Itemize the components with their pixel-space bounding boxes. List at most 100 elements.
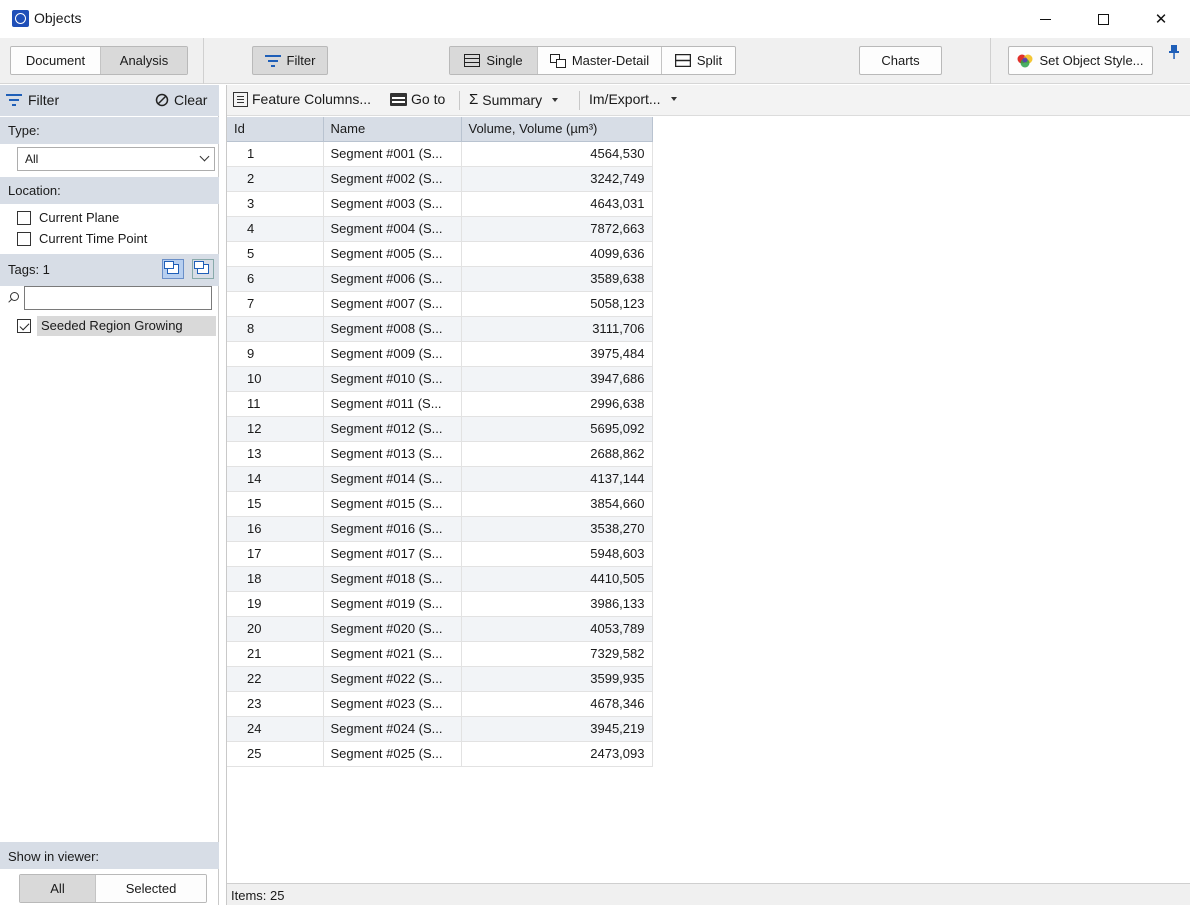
cell-id: 25	[227, 741, 324, 767]
document-button[interactable]: Document	[11, 47, 101, 74]
sigma-icon: Σ	[469, 91, 479, 108]
table-row[interactable]: 20 Segment #020 (S... 4053,789	[227, 616, 653, 642]
cell-volume: 7329,582	[461, 641, 653, 667]
show-all-button[interactable]: All	[20, 875, 96, 902]
cell-name: Segment #008 (S...	[323, 316, 462, 342]
table-row[interactable]: 15 Segment #015 (S... 3854,660	[227, 491, 653, 517]
table-row[interactable]: 3 Segment #003 (S... 4643,031	[227, 191, 653, 217]
table-row[interactable]: 21 Segment #021 (S... 7329,582	[227, 641, 653, 667]
imexport-label: Im/Export...	[589, 91, 661, 107]
filter-header: Filter Clear	[0, 85, 219, 116]
table-row[interactable]: 13 Segment #013 (S... 2688,862	[227, 441, 653, 467]
chevron-down-icon	[199, 151, 210, 162]
cell-id: 14	[227, 466, 324, 492]
cell-volume: 2473,093	[461, 741, 653, 767]
imexport-dropdown[interactable]: Im/Export...	[589, 91, 677, 107]
cell-id: 19	[227, 591, 324, 617]
clear-filter-label: Clear	[174, 92, 208, 108]
table-row[interactable]: 12 Segment #012 (S... 5695,092	[227, 416, 653, 442]
tags-section-label: Tags: 1	[0, 254, 219, 286]
cell-volume: 4137,144	[461, 466, 653, 492]
table-row[interactable]: 16 Segment #016 (S... 3538,270	[227, 516, 653, 542]
set-object-style-button[interactable]: Set Object Style...	[1008, 46, 1153, 75]
feature-columns-button[interactable]: Feature Columns...	[233, 91, 371, 107]
cell-name: Segment #014 (S...	[323, 466, 462, 492]
table-row[interactable]: 23 Segment #023 (S... 4678,346	[227, 691, 653, 717]
cell-id: 12	[227, 416, 324, 442]
table-row[interactable]: 2 Segment #002 (S... 3242,749	[227, 166, 653, 192]
cell-name: Segment #012 (S...	[323, 416, 462, 442]
cell-volume: 5948,603	[461, 541, 653, 567]
table-row[interactable]: 14 Segment #014 (S... 4137,144	[227, 466, 653, 492]
minimize-button[interactable]	[1022, 0, 1068, 38]
split-button[interactable]: Split	[662, 47, 735, 74]
maximize-button[interactable]	[1080, 0, 1126, 38]
tag-item[interactable]: Seeded Region Growing	[17, 316, 216, 336]
table-row[interactable]: 17 Segment #017 (S... 5948,603	[227, 541, 653, 567]
close-button[interactable]: ✕	[1138, 0, 1184, 38]
table-row[interactable]: 19 Segment #019 (S... 3986,133	[227, 591, 653, 617]
current-time-point-option[interactable]: Current Time Point	[17, 231, 147, 246]
goto-icon	[390, 92, 407, 106]
analysis-button[interactable]: Analysis	[101, 47, 187, 74]
table-row[interactable]: 10 Segment #010 (S... 3947,686	[227, 366, 653, 392]
cell-volume: 5695,092	[461, 416, 653, 442]
tag-checkbox[interactable]	[17, 319, 31, 333]
table-row[interactable]: 1 Segment #001 (S... 4564,530	[227, 141, 653, 167]
column-header-name[interactable]: Name	[323, 117, 462, 142]
current-plane-checkbox[interactable]	[17, 210, 31, 225]
single-button[interactable]: Single	[450, 47, 538, 74]
set-object-style-label: Set Object Style...	[1039, 53, 1144, 68]
cell-id: 23	[227, 691, 324, 717]
minimize-icon	[1039, 18, 1051, 20]
filter-panel: Filter Clear Type: All Location: Current…	[0, 85, 219, 905]
show-selected-button[interactable]: Selected	[96, 875, 206, 902]
cell-name: Segment #001 (S...	[323, 141, 462, 167]
main-toolbar: Document Analysis Filter Single Master-D…	[0, 38, 1190, 84]
table-row[interactable]: 4 Segment #004 (S... 7872,663	[227, 216, 653, 242]
charts-button[interactable]: Charts	[859, 46, 942, 75]
master-detail-button[interactable]: Master-Detail	[538, 47, 662, 74]
table-row[interactable]: 8 Segment #008 (S... 3111,706	[227, 316, 653, 342]
cell-name: Segment #011 (S...	[323, 391, 462, 417]
table-row[interactable]: 22 Segment #022 (S... 3599,935	[227, 666, 653, 692]
cell-volume: 3945,219	[461, 716, 653, 742]
tags-match-all-toggle[interactable]	[162, 259, 184, 279]
maximize-icon	[1097, 13, 1109, 25]
clear-filter-button[interactable]: Clear	[155, 92, 207, 108]
table-row[interactable]: 6 Segment #006 (S... 3589,638	[227, 266, 653, 292]
filter-toggle-label: Filter	[286, 53, 316, 68]
table-row[interactable]: 24 Segment #024 (S... 3945,219	[227, 716, 653, 742]
summary-dropdown[interactable]: Σ Summary	[469, 91, 559, 108]
table-row[interactable]: 25 Segment #025 (S... 2473,093	[227, 741, 653, 767]
filter-title-label: Filter	[28, 92, 60, 108]
pin-icon[interactable]	[1168, 44, 1180, 60]
tag-item-label: Seeded Region Growing	[37, 316, 216, 336]
current-plane-option[interactable]: Current Plane	[17, 210, 119, 225]
filter-toggle-button[interactable]: Filter	[252, 46, 328, 75]
search-icon	[4, 288, 24, 308]
split-layout-icon	[674, 54, 691, 67]
current-time-point-checkbox[interactable]	[17, 231, 31, 246]
table-row[interactable]: 5 Segment #005 (S... 4099,636	[227, 241, 653, 267]
cell-name: Segment #003 (S...	[323, 191, 462, 217]
type-select[interactable]: All	[17, 147, 215, 171]
status-bar: Items: 25	[227, 883, 1190, 905]
cell-volume: 4410,505	[461, 566, 653, 592]
table-row[interactable]: 7 Segment #007 (S... 5058,123	[227, 291, 653, 317]
tag-search-input[interactable]	[24, 286, 212, 310]
tags-match-any-toggle[interactable]	[192, 259, 214, 279]
goto-button[interactable]: Go to	[390, 91, 445, 107]
stack-icon	[194, 261, 209, 274]
table-row[interactable]: 18 Segment #018 (S... 4410,505	[227, 566, 653, 592]
window-title: Objects	[34, 10, 82, 26]
column-header-volume[interactable]: Volume, Volume (µm³)	[461, 117, 653, 142]
cell-name: Segment #013 (S...	[323, 441, 462, 467]
cell-name: Segment #023 (S...	[323, 691, 462, 717]
column-header-id[interactable]: Id	[227, 117, 324, 142]
table-row[interactable]: 9 Segment #009 (S... 3975,484	[227, 341, 653, 367]
table-row[interactable]: 11 Segment #011 (S... 2996,638	[227, 391, 653, 417]
show-in-viewer-label: Show in viewer:	[0, 842, 219, 869]
master-detail-icon	[549, 53, 566, 68]
cell-volume: 3854,660	[461, 491, 653, 517]
